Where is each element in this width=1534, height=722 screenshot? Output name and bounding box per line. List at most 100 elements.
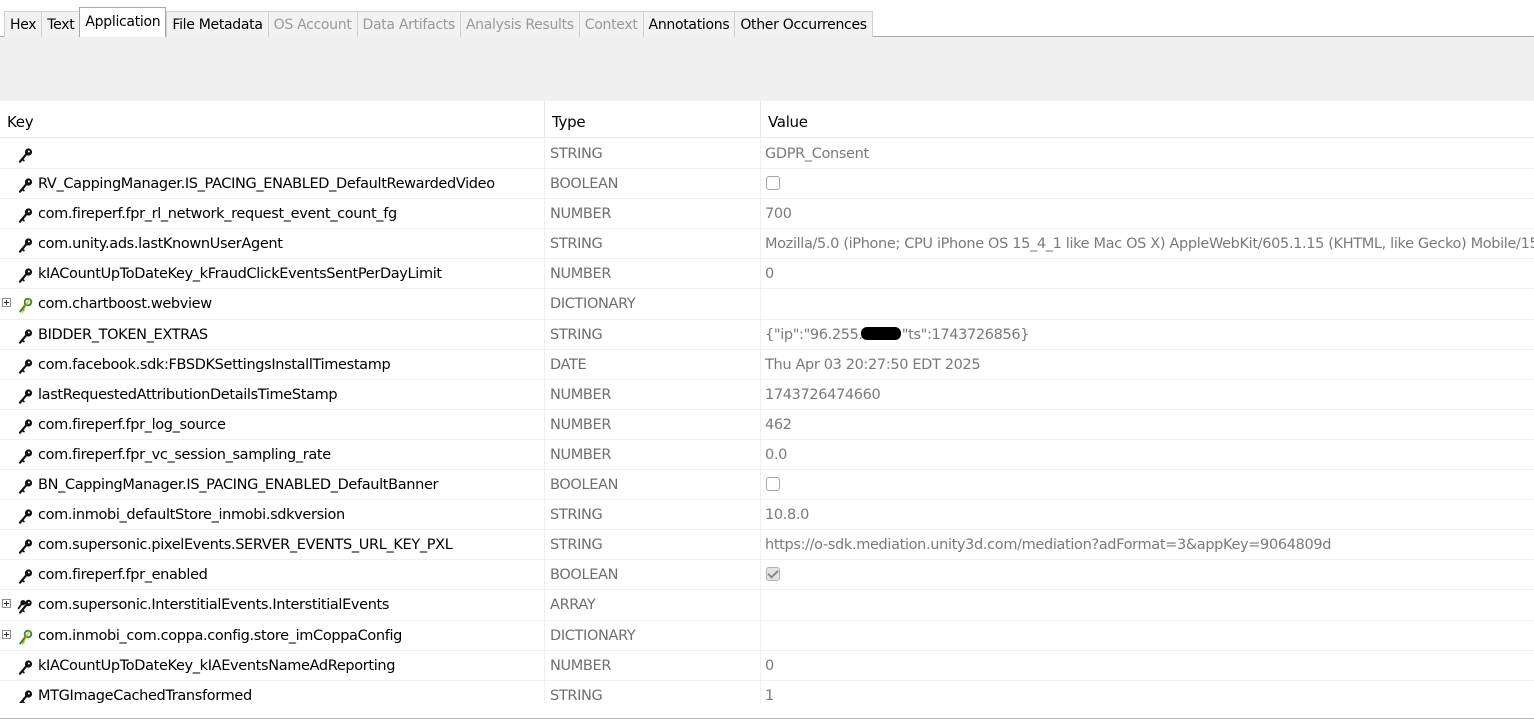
value-text-before-redaction: {"ip":"96.255.	[765, 326, 863, 343]
table-row[interactable]: com.supersonic.pixelEvents.SERVER_EVENTS…	[0, 530, 1534, 561]
value-cell: 0.0	[760, 439, 1534, 470]
table-row[interactable]: com.facebook.sdk:FBSDKSettingsInstallTim…	[0, 349, 1534, 380]
value-cell: 1743726474660	[760, 379, 1534, 410]
table-row[interactable]: lastRequestedAttributionDetailsTimeStamp…	[0, 379, 1534, 410]
table-row[interactable]: com.inmobi_defaultStore_inmobi.sdkversio…	[0, 500, 1534, 531]
type-cell: STRING	[544, 530, 760, 561]
key-cell: BN_CappingManager.IS_PACING_ENABLED_Defa…	[0, 470, 544, 500]
value-cell: Mozilla/5.0 (iPhone; CPU iPhone OS 15_4_…	[760, 229, 1534, 260]
unchecked-checkbox[interactable]	[766, 476, 780, 491]
type-cell: STRING	[544, 229, 760, 260]
tab-list: Hex Text Application File Metadata OS Accoun…	[4, 6, 873, 38]
table-row[interactable]: STRING GDPR_Consent	[0, 139, 1534, 170]
key-label: com.fireperf.fpr_enabled	[38, 567, 208, 584]
key-icon	[17, 506, 34, 524]
table-row[interactable]: com.inmobi_com.coppa.config.store_imCopp…	[0, 620, 1534, 651]
key-cell: lastRequestedAttributionDetailsTimeStamp	[0, 380, 544, 410]
expand-plus-icon[interactable]	[2, 298, 11, 308]
value-cell: 700	[760, 199, 1534, 230]
unchecked-checkbox[interactable]	[766, 175, 780, 190]
table-row[interactable]: BIDDER_TOKEN_EXTRAS STRING {"ip":"96.255. "…	[0, 319, 1534, 350]
key-cell: com.unity.ads.lastKnownUserAgent	[0, 229, 544, 259]
key-label: com.fireperf.fpr_log_source	[38, 416, 226, 433]
value-cell: GDPR_Consent	[760, 139, 1534, 169]
key-cell: kIACountUpToDateKey_kIAEventsNameAdRepor…	[0, 651, 544, 681]
key-label: kIACountUpToDateKey_kIAEventsNameAdRepor…	[38, 657, 396, 674]
key-cell: com.fireperf.fpr_log_source	[0, 410, 544, 440]
key-icon	[17, 205, 34, 223]
panel-bottom-border	[0, 718, 1534, 719]
key-icon	[17, 416, 34, 434]
tab-application[interactable]: Application	[79, 7, 167, 38]
tab-file-metadata[interactable]: File Metadata	[166, 11, 268, 37]
key-label: RV_CappingManager.IS_PACING_ENABLED_Defa…	[38, 176, 495, 193]
table-row[interactable]: com.fireperf.fpr_log_source NUMBER 462	[0, 409, 1534, 440]
tab-data-artifacts: Data Artifacts	[356, 11, 460, 37]
type-cell: NUMBER	[544, 259, 760, 290]
table-row[interactable]: com.fireperf.fpr_rl_network_request_even…	[0, 199, 1534, 230]
tab-annotations[interactable]: Annotations	[642, 11, 735, 37]
expand-plus-icon[interactable]	[2, 599, 11, 609]
value-cell	[760, 289, 1534, 320]
tab-text[interactable]: Text	[41, 11, 80, 37]
table-row[interactable]: BN_CappingManager.IS_PACING_ENABLED_Defa…	[0, 470, 1534, 501]
table-header: Key Type Value	[0, 101, 1534, 138]
type-cell: NUMBER	[544, 409, 760, 440]
key-cell: com.inmobi_com.coppa.config.store_imCopp…	[0, 621, 544, 651]
tab-analysis-results: Analysis Results	[459, 11, 579, 37]
value-cell	[760, 590, 1534, 621]
content-toolbar-area	[0, 37, 1534, 101]
type-cell: STRING	[544, 500, 760, 531]
table-row[interactable]: kIACountUpToDateKey_kIAEventsNameAdRepor…	[0, 650, 1534, 681]
type-cell: DICTIONARY	[544, 289, 760, 320]
column-header-type[interactable]: Type	[544, 101, 760, 138]
value-cell: 0	[760, 259, 1534, 290]
value-cell: {"ip":"96.255. "ts":1743726856}	[760, 319, 1534, 350]
table-row[interactable]: MTGImageCachedTransformed STRING 1	[0, 680, 1534, 703]
key-label: com.facebook.sdk:FBSDKSettingsInstallTim…	[38, 356, 391, 373]
tab-other-occurrences[interactable]: Other Occurrences	[734, 11, 873, 37]
tab-hex[interactable]: Hex	[4, 11, 42, 37]
key-label: com.inmobi_com.coppa.config.store_imCopp…	[38, 627, 403, 644]
type-cell: DICTIONARY	[544, 620, 760, 651]
checked-checkbox[interactable]	[766, 566, 780, 581]
type-cell: NUMBER	[544, 199, 760, 230]
table-row[interactable]: com.chartboost.webview DICTIONARY	[0, 289, 1534, 320]
table-row[interactable]: com.fireperf.fpr_enabled BOOLEAN	[0, 560, 1534, 591]
key-icon	[17, 536, 34, 555]
key-icon	[17, 476, 34, 494]
key-cell: com.fireperf.fpr_enabled	[0, 560, 544, 590]
key-label: com.unity.ads.lastKnownUserAgent	[38, 236, 283, 253]
key-icon	[17, 265, 34, 284]
type-cell: BOOLEAN	[544, 560, 760, 591]
table-row[interactable]: com.fireperf.fpr_vc_session_sampling_rat…	[0, 439, 1534, 471]
expand-plus-icon[interactable]	[2, 629, 11, 639]
key-label: lastRequestedAttributionDetailsTimeStamp	[38, 386, 338, 403]
table-row[interactable]: kIACountUpToDateKey_kFraudClickEventsSen…	[0, 259, 1534, 290]
type-cell: BOOLEAN	[544, 470, 760, 501]
value-cell: Thu Apr 03 20:27:50 EDT 2025	[760, 349, 1534, 380]
viewer-tab-bar: Hex Text Application File Metadata OS Accoun…	[0, 0, 1534, 38]
value-cell	[760, 169, 1534, 200]
value-cell	[760, 560, 1534, 591]
key-icon	[17, 235, 34, 254]
type-cell: ARRAY	[544, 590, 760, 621]
key-icon	[17, 657, 34, 675]
key-icon	[17, 356, 34, 374]
type-cell: STRING	[544, 680, 760, 703]
key-label: com.supersonic.pixelEvents.SERVER_EVENTS…	[38, 537, 453, 554]
key-label: com.supersonic.InterstitialEvents.Inters…	[38, 597, 390, 614]
column-header-key[interactable]: Key	[0, 101, 544, 138]
table-row[interactable]: com.unity.ads.lastKnownUserAgent STRING Mo…	[0, 229, 1534, 260]
key-cell	[0, 139, 544, 169]
type-cell: STRING	[544, 319, 760, 350]
key-cell: com.chartboost.webview	[0, 289, 544, 319]
table-row[interactable]: com.supersonic.InterstitialEvents.Inters…	[0, 590, 1534, 621]
table-row[interactable]: RV_CappingManager.IS_PACING_ENABLED_Defa…	[0, 169, 1534, 200]
value-cell: 1	[760, 680, 1534, 703]
type-cell: NUMBER	[544, 379, 760, 410]
tab-os-account: OS Account	[267, 11, 357, 37]
key-icon	[17, 326, 34, 344]
redaction-mark	[860, 326, 901, 340]
column-header-value[interactable]: Value	[760, 101, 1534, 138]
